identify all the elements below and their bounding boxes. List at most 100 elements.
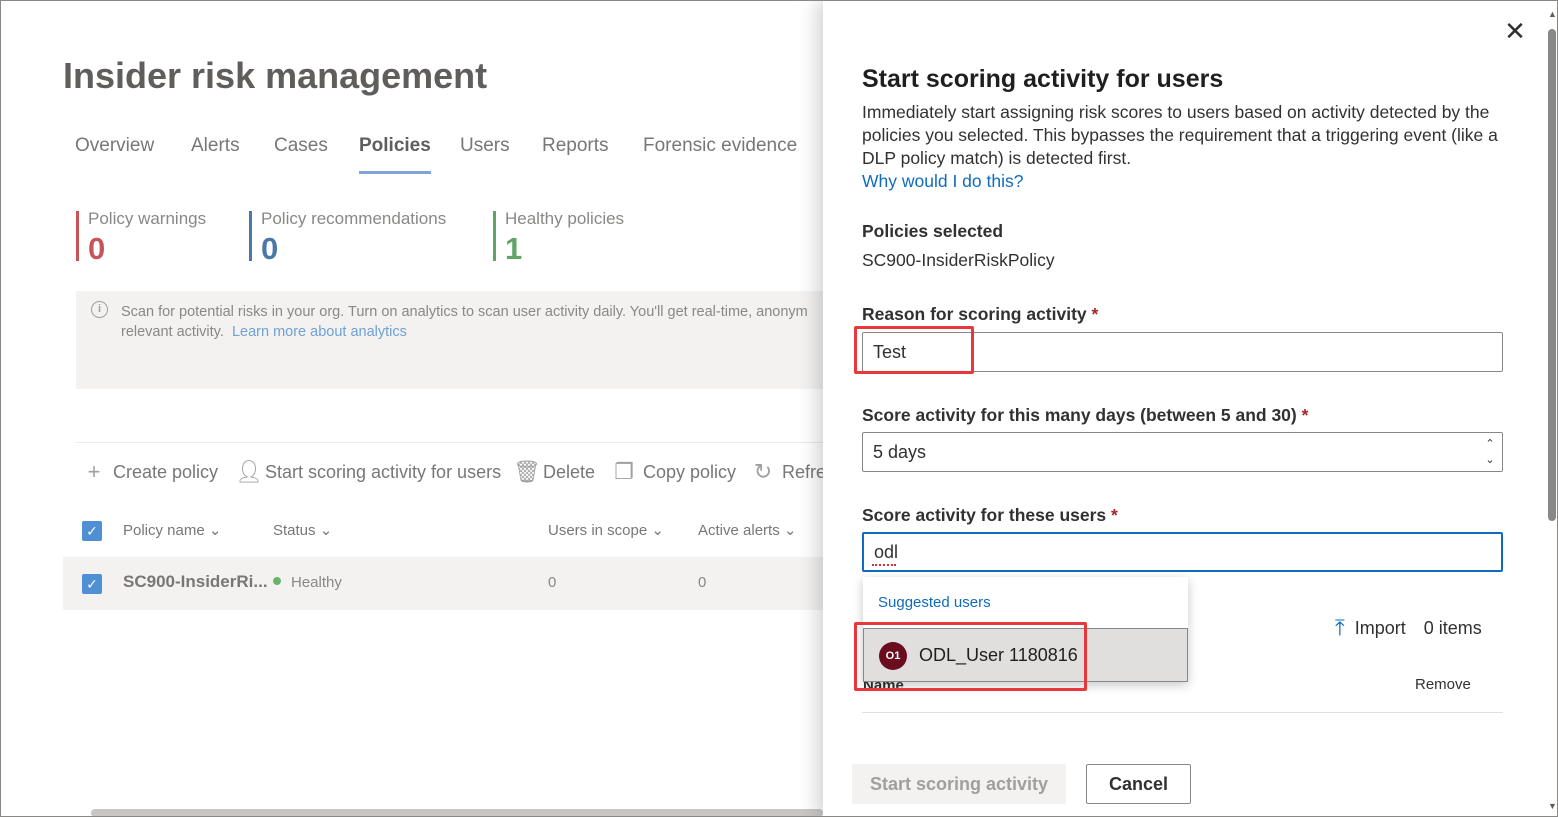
import-bar: ⤒ Import 0 items — [1335, 615, 1482, 641]
delete-button[interactable]: 🗑︎ Delete — [513, 457, 595, 487]
scroll-thumb[interactable] — [1548, 29, 1556, 521]
reason-label: Reason for scoring activity * — [862, 304, 1098, 325]
horizontal-scrollbar[interactable] — [91, 809, 823, 816]
panel-title: Start scoring activity for users — [862, 65, 1224, 93]
chevron-down-icon: ⌄ — [208, 522, 222, 539]
required-mark: * — [1301, 405, 1309, 425]
column-active-alerts[interactable]: Active alerts ⌄ — [698, 521, 796, 539]
start-scoring-button[interactable]: 👤︎ Start scoring activity for users — [235, 457, 501, 487]
metric-policy-recommendations[interactable]: Policy recommendations 0 — [249, 209, 447, 266]
copy-icon: ❐ — [614, 459, 634, 484]
policies-selected-value: SC900-InsiderRiskPolicy — [862, 250, 1055, 270]
spin-arrows[interactable]: ⌃ ⌄ — [1484, 436, 1496, 468]
refresh-button[interactable]: ↻ Refre — [752, 457, 826, 487]
days-value: 5 days — [873, 442, 927, 462]
copy-policy-label: Copy policy — [643, 461, 737, 482]
notice-text: Scan for potential risks in your org. Tu… — [121, 302, 881, 342]
metric-value: 0 — [88, 231, 106, 266]
divider — [76, 442, 823, 443]
table-divider — [862, 712, 1503, 713]
window-frame: Insider risk management Overview Alerts … — [0, 0, 1558, 817]
vertical-scrollbar[interactable]: ▲ ▼ — [1545, 1, 1557, 816]
suggested-users-header: Suggested users — [878, 594, 991, 611]
row-checkbox[interactable]: ✓ — [82, 574, 102, 594]
table-row[interactable]: ✓ SC900-InsiderRi... Healthy 0 0 — [63, 557, 823, 610]
active-alerts-cell: 0 — [698, 574, 707, 591]
days-spinbutton[interactable]: 5 days ⌃ ⌄ — [862, 432, 1503, 472]
tab-forensic-evidence[interactable]: Forensic evidence — [643, 135, 797, 175]
metric-label: Healthy policies — [505, 209, 625, 228]
policies-selected-label: Policies selected — [862, 221, 1004, 241]
import-button[interactable]: Import — [1355, 618, 1406, 639]
background-page: Insider risk management Overview Alerts … — [1, 1, 826, 816]
panel-description: Immediately start assigning risk scores … — [862, 102, 1498, 168]
close-icon[interactable]: ✕ — [1503, 18, 1527, 44]
metric-bar — [249, 211, 252, 261]
upload-icon[interactable]: ⤒ — [1335, 617, 1345, 639]
metric-value: 1 — [505, 231, 523, 266]
page-title: Insider risk management — [63, 55, 488, 96]
scroll-up-icon[interactable]: ▲ — [1548, 9, 1557, 19]
column-status-label: Status — [273, 522, 316, 539]
person-add-icon: 👤︎ — [235, 459, 263, 484]
status-cell: Healthy — [273, 574, 342, 591]
users-search-input[interactable] — [862, 532, 1503, 572]
start-scoring-activity-button[interactable]: Start scoring activity — [852, 764, 1066, 804]
tab-cases[interactable]: Cases — [274, 135, 328, 175]
tab-users[interactable]: Users — [460, 135, 510, 175]
create-policy-label: Create policy — [113, 461, 219, 482]
spellcheck-underline — [872, 562, 896, 566]
policy-name-cell[interactable]: SC900-InsiderRi... — [123, 572, 268, 592]
users-in-scope-cell: 0 — [548, 574, 557, 591]
metric-value: 0 — [261, 231, 279, 266]
days-label: Score activity for this many days (betwe… — [862, 405, 1308, 426]
items-count: 0 items — [1423, 617, 1482, 638]
column-users-label: Users in scope — [548, 522, 648, 539]
analytics-notice: i Scan for potential risks in your org. … — [76, 291, 823, 389]
table-header: ✓ Policy name ⌄ Status ⌄ Users in scope … — [63, 513, 823, 549]
status-dot-icon — [273, 577, 281, 586]
plus-icon: + — [87, 459, 101, 484]
chevron-down-icon: ⌄ — [651, 522, 664, 539]
metric-bar — [76, 211, 79, 261]
remove-column-header: Remove — [1415, 676, 1471, 693]
status-text: Healthy — [291, 574, 342, 591]
cancel-button[interactable]: Cancel — [1086, 764, 1191, 804]
tab-overview[interactable]: Overview — [75, 135, 154, 175]
column-policy-name-label: Policy name — [123, 522, 205, 539]
tab-alerts[interactable]: Alerts — [191, 135, 240, 175]
users-label: Score activity for these users * — [862, 505, 1118, 526]
column-users-in-scope[interactable]: Users in scope ⌄ — [548, 521, 664, 539]
notice-line-1: Scan for potential risks in your org. Tu… — [121, 304, 808, 320]
why-link[interactable]: Why would I do this? — [862, 171, 1023, 192]
metric-policy-warnings[interactable]: Policy warnings 0 — [76, 209, 206, 266]
chevron-up-icon[interactable]: ⌃ — [1484, 436, 1496, 452]
scroll-down-icon[interactable]: ▼ — [1548, 801, 1557, 811]
chevron-down-icon: ⌄ — [319, 522, 333, 539]
column-status[interactable]: Status ⌄ — [273, 521, 332, 539]
highlight-box — [854, 326, 974, 374]
delete-label: Delete — [543, 461, 596, 482]
tab-policies[interactable]: Policies — [359, 135, 431, 175]
required-mark: * — [1091, 304, 1099, 324]
days-label-text: Score activity for this many days (betwe… — [862, 405, 1297, 425]
scoring-panel: ✕ Start scoring activity for users Immed… — [823, 1, 1545, 816]
metric-label: Policy recommendations — [261, 209, 447, 228]
select-all-checkbox[interactable]: ✓ — [82, 521, 102, 541]
learn-more-analytics-link[interactable]: Learn more about analytics — [232, 324, 407, 340]
copy-policy-button[interactable]: ❐ Copy policy — [613, 457, 736, 487]
metric-healthy-policies[interactable]: Healthy policies 1 — [493, 209, 625, 266]
metric-bar — [493, 211, 496, 261]
notice-line-2: relevant activity. — [121, 324, 224, 340]
highlight-box — [854, 622, 1087, 691]
refresh-icon: ↻ — [753, 459, 773, 484]
info-icon: i — [91, 301, 108, 318]
tab-reports[interactable]: Reports — [542, 135, 609, 175]
column-policy-name[interactable]: Policy name ⌄ — [123, 521, 221, 539]
refresh-label: Refre — [782, 461, 827, 482]
trash-icon: 🗑︎ — [513, 459, 541, 484]
reason-label-text: Reason for scoring activity — [862, 304, 1087, 324]
start-scoring-label: Start scoring activity for users — [265, 461, 502, 482]
create-policy-button[interactable]: + Create policy — [83, 457, 218, 487]
chevron-down-icon[interactable]: ⌄ — [1484, 452, 1496, 468]
